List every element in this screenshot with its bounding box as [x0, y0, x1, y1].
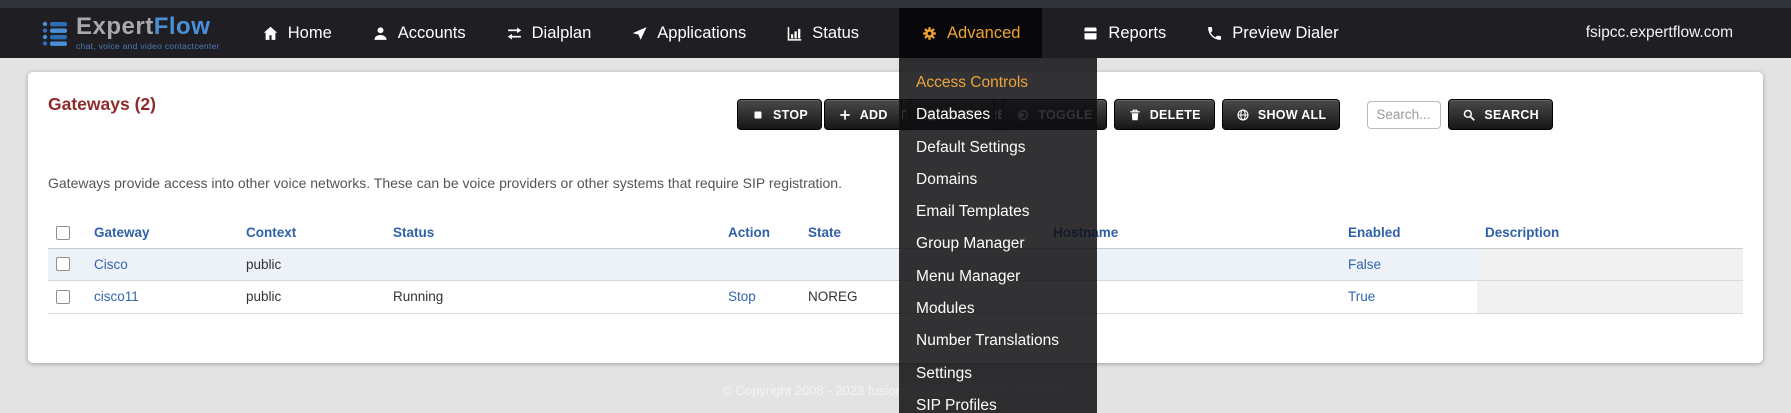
stop-button[interactable]: STOP [737, 99, 822, 130]
copyright-text: © Copyright 2008 - 2023 fusionpbx.com Al… [0, 383, 1791, 398]
home-icon [262, 25, 279, 42]
gateways-panel: Gateways (2) STOP START REFRESH ADD COPY… [28, 72, 1763, 363]
table-row-cisco11: cisco11 public Running Stop NOREG True [48, 281, 1743, 314]
plus-icon [838, 108, 852, 122]
nav-item-preview-dialer[interactable]: Preview Dialer [1206, 8, 1338, 58]
stop-icon [751, 108, 765, 122]
user-icon [372, 25, 389, 42]
nav-item-accounts[interactable]: Accounts [372, 8, 466, 58]
column-header-action[interactable]: Action [720, 218, 800, 248]
advanced-dropdown-menu: Access Controls Databases Default Settin… [899, 58, 1097, 413]
page-title: Gateways (2) [48, 94, 156, 115]
nav-item-status[interactable]: Status [786, 8, 859, 58]
context-cell: public [238, 248, 385, 281]
column-header-gateway[interactable]: Gateway [86, 218, 238, 248]
enabled-link[interactable]: False [1348, 257, 1381, 272]
context-cell: public [238, 281, 385, 314]
nav-item-advanced[interactable]: Advanced Access Controls Databases Defau… [899, 8, 1042, 58]
gateway-link[interactable]: cisco11 [94, 289, 139, 304]
column-header-enabled[interactable]: Enabled [1340, 218, 1477, 248]
delete-button[interactable]: DELETE [1114, 99, 1215, 130]
phone-icon [1206, 25, 1223, 42]
nav-item-reports[interactable]: Reports [1082, 8, 1166, 58]
top-strip [0, 0, 1791, 8]
row-checkbox[interactable] [56, 290, 70, 304]
status-cell: Running [385, 281, 720, 314]
brand-name: ExpertFlow [76, 15, 220, 39]
select-all-checkbox[interactable] [56, 226, 70, 240]
description-cell [1477, 248, 1743, 281]
menu-item-databases[interactable]: Databases [899, 99, 1097, 131]
menu-item-number-translations[interactable]: Number Translations [899, 325, 1097, 357]
enabled-link[interactable]: True [1348, 289, 1375, 304]
gear-icon [921, 25, 938, 42]
column-header-context[interactable]: Context [238, 218, 385, 248]
column-header-status[interactable]: Status [385, 218, 720, 248]
description-cell [1477, 281, 1743, 314]
menu-item-domains[interactable]: Domains [899, 164, 1097, 196]
swap-arrows-icon [506, 25, 523, 42]
action-cell [720, 248, 800, 281]
search-input[interactable] [1367, 101, 1441, 129]
menu-item-menu-manager[interactable]: Menu Manager [899, 261, 1097, 293]
book-icon [1082, 25, 1099, 42]
stop-action-link[interactable]: Stop [728, 289, 756, 304]
status-cell [385, 248, 720, 281]
table-header-row: Gateway Context Status Action State Host… [48, 218, 1743, 248]
table-row-cisco: Cisco public False [48, 248, 1743, 281]
menu-item-access-controls[interactable]: Access Controls [899, 67, 1097, 99]
nav-menu: Home Accounts Dialplan Applications Stat… [262, 8, 1339, 58]
row-checkbox[interactable] [56, 257, 70, 271]
menu-item-sip-profiles[interactable]: SIP Profiles [899, 390, 1097, 413]
menu-item-group-manager[interactable]: Group Manager [899, 228, 1097, 260]
brand-logo[interactable]: ExpertFlow chat, voice and video contact… [42, 15, 220, 51]
nav-item-home[interactable]: Home [262, 8, 332, 58]
menu-item-default-settings[interactable]: Default Settings [899, 132, 1097, 164]
column-header-description[interactable]: Description [1477, 218, 1743, 248]
paper-plane-icon [631, 25, 648, 42]
menu-item-settings[interactable]: Settings [899, 358, 1097, 390]
gateways-table: Gateway Context Status Action State Host… [48, 218, 1743, 314]
trash-icon [1128, 108, 1142, 122]
globe-icon [1236, 108, 1250, 122]
page-description: Gateways provide access into other voice… [48, 175, 842, 191]
navbar: ExpertFlow chat, voice and video contact… [0, 8, 1791, 58]
menu-item-email-templates[interactable]: Email Templates [899, 196, 1097, 228]
search-icon [1462, 108, 1476, 122]
menu-item-modules[interactable]: Modules [899, 293, 1097, 325]
nav-item-dialplan[interactable]: Dialplan [506, 8, 592, 58]
gateway-link[interactable]: Cisco [94, 257, 128, 272]
nav-item-applications[interactable]: Applications [631, 8, 746, 58]
server-domain: fsipcc.expertflow.com [1586, 24, 1733, 42]
show-all-button[interactable]: SHOW ALL [1222, 99, 1341, 130]
bar-chart-icon [786, 25, 803, 42]
brand-tagline: chat, voice and video contactcenter [76, 42, 220, 51]
add-button[interactable]: ADD [824, 99, 902, 130]
search-button[interactable]: SEARCH [1448, 99, 1553, 130]
brand-logo-icon [42, 20, 68, 46]
